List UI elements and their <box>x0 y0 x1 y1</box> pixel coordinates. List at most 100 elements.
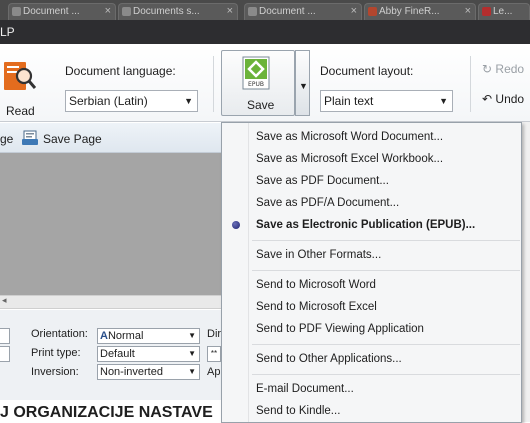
ribbon-separator <box>213 56 214 112</box>
app-title-bar: LP <box>0 20 530 44</box>
menu-item-label: Save as Microsoft Word Document... <box>256 131 444 143</box>
browser-tab[interactable]: Le... <box>478 3 530 20</box>
menu-item-label: Save as Microsoft Excel Workbook... <box>256 153 444 165</box>
close-icon[interactable]: × <box>465 4 471 19</box>
menu-separator <box>252 270 520 271</box>
browser-tab[interactable]: Abby FineR... × <box>364 3 476 20</box>
ribbon-separator <box>470 56 471 112</box>
tab-favicon-icon <box>482 7 491 16</box>
browser-tab-label: Document ... <box>23 6 80 17</box>
horizontal-scrollbar[interactable]: ◂ <box>0 295 225 309</box>
document-language-value: Serbian (Latin) <box>69 94 148 108</box>
menu-item-label: Save as Electronic Publication (EPUB)... <box>256 219 476 231</box>
undo-icon: ↶ <box>482 92 493 106</box>
inversion-label: Inversion: <box>31 366 79 378</box>
save-options-menu: Save as Microsoft Word Document... Save … <box>221 122 522 423</box>
orientation-label: Orientation: <box>31 328 88 340</box>
spinner-control[interactable] <box>0 346 10 362</box>
browser-tab[interactable]: Document ... × <box>8 3 116 20</box>
ribbon-toolbar: Read Document language: Serbian (Latin) … <box>0 44 530 122</box>
browser-tab-strip: Document ... × Documents s... × Document… <box>0 0 530 20</box>
menu-separator <box>252 374 520 375</box>
menu-item-label: Save as PDF Document... <box>256 175 389 187</box>
inversion-value: Non-inverted <box>100 366 163 378</box>
menu-item-save-word[interactable]: Save as Microsoft Word Document... <box>223 126 521 148</box>
apply-label: Ap <box>207 366 221 378</box>
menu-item-save-pdf[interactable]: Save as PDF Document... <box>223 170 521 192</box>
read-button-label: Read <box>6 104 35 118</box>
close-icon[interactable]: × <box>105 4 111 19</box>
document-language-label: Document language: <box>65 64 176 78</box>
print-type-select[interactable]: Default ▼ <box>97 346 200 362</box>
close-icon[interactable]: × <box>351 4 357 19</box>
menu-item-save-excel[interactable]: Save as Microsoft Excel Workbook... <box>223 148 521 170</box>
page-toolbar: ge Save Page <box>0 123 225 153</box>
document-layout-value: Plain text <box>324 94 374 108</box>
chevron-left-icon[interactable]: ◂ <box>2 295 7 306</box>
menu-item-send-kindle[interactable]: Send to Kindle... <box>223 400 521 422</box>
document-heading-text: J ORGANIZACIJE NASTAVE <box>0 404 213 421</box>
print-type-value: Default <box>100 348 135 360</box>
direction-label: Dir <box>207 328 222 340</box>
menu-item-send-excel[interactable]: Send to Microsoft Excel <box>223 296 521 318</box>
page-toolbar-fragment[interactable]: ge <box>0 132 13 146</box>
chevron-down-icon: ▼ <box>188 367 196 376</box>
save-page-button[interactable]: Save Page <box>43 132 102 146</box>
direction-button[interactable]: ** <box>207 346 221 362</box>
chevron-down-icon: ▼ <box>184 96 193 106</box>
read-magnifier-icon <box>4 62 36 90</box>
read-button[interactable]: Read <box>0 52 40 118</box>
document-layout-label: Document layout: <box>320 64 414 78</box>
browser-tab[interactable]: Documents s... × <box>118 3 238 20</box>
save-dropdown-button[interactable]: ▼ <box>295 50 310 116</box>
tab-favicon-icon <box>248 7 257 16</box>
menu-item-email-document[interactable]: E-mail Document... <box>223 378 521 400</box>
browser-tab-label: Documents s... <box>133 6 200 17</box>
page-preview-area <box>0 153 225 295</box>
browser-tab-label: Le... <box>493 6 513 17</box>
app-title: LP <box>0 25 15 39</box>
menu-item-send-pdf-viewer[interactable]: Send to PDF Viewing Application <box>223 318 521 340</box>
selected-bullet-icon <box>232 221 240 229</box>
menu-item-save-pdfa[interactable]: Save as PDF/A Document... <box>223 192 521 214</box>
orientation-select[interactable]: ANormal ▼ <box>97 328 200 344</box>
menu-item-label: Save as PDF/A Document... <box>256 197 400 209</box>
chevron-down-icon: ▼ <box>439 96 448 106</box>
menu-item-label: Send to Microsoft Excel <box>256 301 377 313</box>
menu-item-label: Send to Other Applications... <box>256 353 402 365</box>
undo-button[interactable]: ↶ Undo <box>482 92 524 106</box>
menu-item-label: Save in Other Formats... <box>256 249 382 261</box>
print-type-label: Print type: <box>31 347 81 359</box>
chevron-down-icon: ▼ <box>188 331 196 340</box>
browser-tab-label: Document ... <box>259 6 316 17</box>
inversion-select[interactable]: Non-inverted ▼ <box>97 364 200 380</box>
image-options-panel: Orientation: ANormal ▼ Print type: Defau… <box>0 310 225 400</box>
browser-tab[interactable]: Document ... × <box>244 3 362 20</box>
redo-label: Redo <box>495 62 525 76</box>
chevron-down-icon: ▼ <box>299 81 308 91</box>
svg-text:EPUB: EPUB <box>248 81 264 88</box>
menu-item-label: Send to Microsoft Word <box>256 279 376 291</box>
chevron-down-icon: ▼ <box>188 349 196 358</box>
menu-separator <box>252 240 520 241</box>
menu-item-send-other-apps[interactable]: Send to Other Applications... <box>223 348 521 370</box>
redo-button[interactable]: ↻ Redo <box>482 62 524 76</box>
tab-favicon-icon <box>12 7 21 16</box>
epub-save-icon: EPUB <box>242 56 270 90</box>
orientation-value: Normal <box>107 330 144 342</box>
menu-item-label: E-mail Document... <box>256 383 354 395</box>
save-button[interactable]: EPUB Save <box>221 50 295 116</box>
document-language-select[interactable]: Serbian (Latin) ▼ <box>65 90 198 112</box>
menu-item-send-word[interactable]: Send to Microsoft Word <box>223 274 521 296</box>
undo-label: Undo <box>495 92 525 106</box>
tab-favicon-icon <box>368 7 377 16</box>
menu-item-save-epub[interactable]: Save as Electronic Publication (EPUB)... <box>223 214 521 236</box>
close-icon[interactable]: × <box>227 4 233 19</box>
spinner-control[interactable] <box>0 328 10 344</box>
menu-item-label: Send to PDF Viewing Application <box>256 323 424 335</box>
orientation-icon: A <box>100 330 108 342</box>
menu-item-save-other-formats[interactable]: Save in Other Formats... <box>223 244 521 266</box>
document-layout-select[interactable]: Plain text ▼ <box>320 90 453 112</box>
menu-separator <box>252 344 520 345</box>
tab-favicon-icon <box>122 7 131 16</box>
